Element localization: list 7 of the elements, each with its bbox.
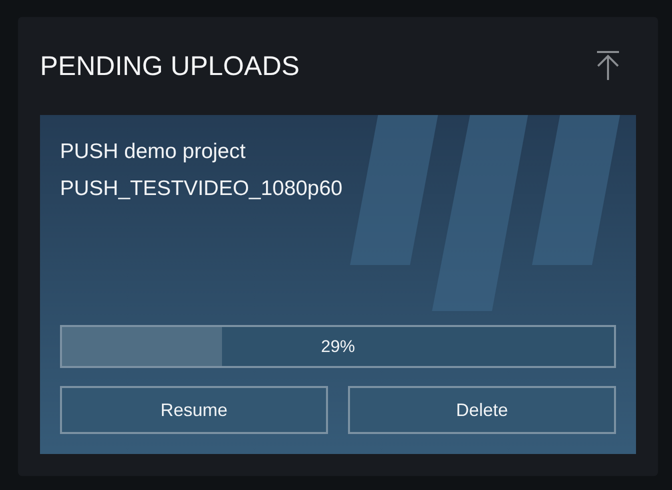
resume-button[interactable]: Resume — [60, 386, 328, 434]
upload-icon[interactable] — [596, 51, 620, 81]
panel-title: PENDING UPLOADS — [40, 50, 300, 82]
progress-reading: 29% — [320, 336, 356, 356]
file-name: PUSH_TESTVIDEO_1080p60 — [60, 177, 344, 201]
project-name: PUSH demo project — [60, 140, 247, 164]
delete-button[interactable]: Delete — [348, 386, 616, 434]
